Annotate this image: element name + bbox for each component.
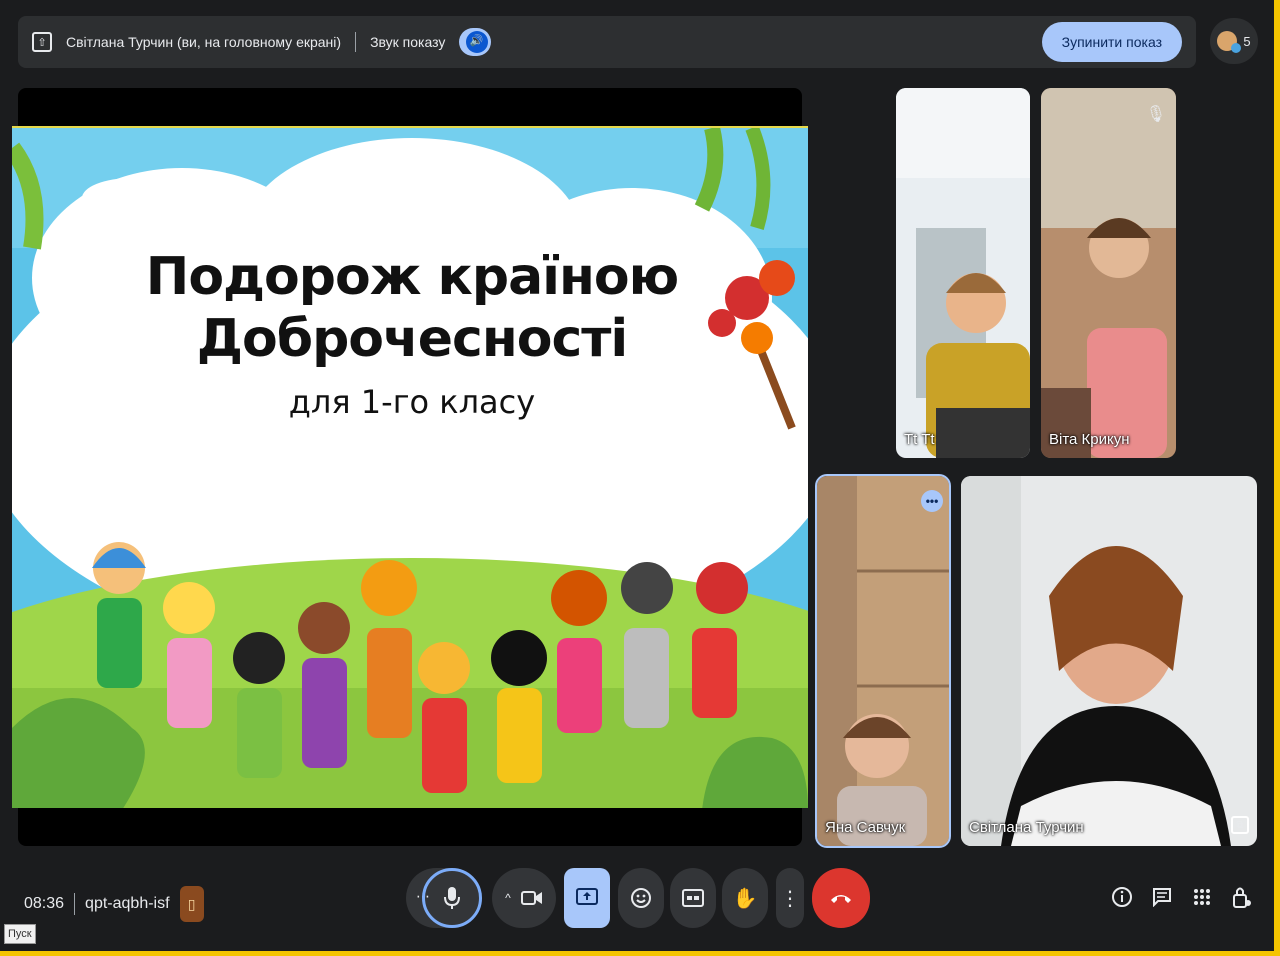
hand-icon: ✋	[732, 887, 758, 910]
meeting-code[interactable]: qpt-aqbh-isf	[85, 895, 170, 913]
slide-subtitle: для 1-го класу	[288, 383, 536, 421]
speaker-icon: 🔊	[469, 35, 484, 47]
more-options-button[interactable]: ⋮	[776, 868, 804, 928]
participant-tile[interactable]: Світлана Турчин ⧉	[961, 476, 1257, 846]
screen-frame-right	[1274, 0, 1280, 956]
camera-control-group: ^	[492, 868, 556, 928]
video-options-icon[interactable]: ^	[505, 891, 511, 905]
screen-frame-bottom	[0, 951, 1280, 956]
participant-video	[1041, 88, 1176, 458]
start-button[interactable]: Пуск	[4, 924, 36, 944]
participant-name: Віта Крикун	[1049, 431, 1130, 448]
stop-presenting-button[interactable]: Зупинити показ	[1041, 22, 1182, 62]
more-vert-icon: ⋮	[780, 887, 800, 910]
host-controls-icon[interactable]: ▯	[179, 886, 204, 922]
participant-tile[interactable]: ••• Яна Савчук	[815, 474, 951, 848]
people-count: 5	[1243, 33, 1251, 49]
sound-label: Звук показу	[370, 34, 446, 50]
captions-button[interactable]	[670, 868, 716, 928]
info-icon	[1112, 887, 1132, 907]
presenting-bar: ⇧ Світлана Турчин (ви, на головному екра…	[18, 16, 1196, 68]
meeting-time: 08:36	[24, 895, 65, 912]
participant-name: Tt Tt	[904, 431, 935, 448]
more-options-icon[interactable]: •••	[921, 490, 943, 512]
meeting-details-button[interactable]	[1108, 882, 1136, 912]
divider	[74, 893, 76, 915]
participant-video	[817, 476, 949, 846]
sound-toggle[interactable]: 🔊	[459, 28, 492, 56]
camera-icon[interactable]	[520, 890, 543, 906]
slide-title-line1: Подорож країною	[145, 247, 679, 307]
people-button[interactable]: 5	[1210, 18, 1258, 64]
divider	[355, 32, 357, 52]
participant-tile[interactable]: 🎙 Віта Крикун	[1041, 88, 1176, 458]
end-call-icon	[831, 895, 851, 903]
mic-control-group: ⋯	[406, 868, 482, 928]
chat-icon	[1153, 888, 1171, 907]
presentation-slide: Подорож країною Доброчесності для 1-го к…	[12, 126, 808, 808]
slide-title: Подорож країною Доброчесності	[12, 246, 808, 370]
emoji-icon	[631, 888, 651, 908]
present-now-button[interactable]	[564, 868, 610, 928]
microphone-button[interactable]	[422, 868, 482, 928]
presenter-label: Світлана Турчин (ви, на головному екрані…	[66, 34, 342, 50]
apps-grid-icon	[1194, 889, 1210, 905]
participant-tile[interactable]: Tt Tt	[896, 88, 1030, 458]
activities-button[interactable]	[1188, 882, 1216, 912]
captions-icon	[682, 889, 704, 907]
slide-illustration	[12, 128, 808, 808]
avatar	[1217, 31, 1242, 53]
present-screen-icon: ⇧	[32, 32, 52, 52]
reactions-button[interactable]	[618, 868, 664, 928]
leave-call-button[interactable]	[812, 868, 870, 928]
participant-video	[896, 88, 1030, 458]
meeting-info: 08:36 qpt-aqbh-isf ▯	[24, 886, 204, 922]
mic-off-icon: 🎙	[1145, 106, 1166, 123]
chat-button[interactable]	[1148, 882, 1176, 912]
microphone-icon	[444, 887, 460, 909]
raise-hand-button[interactable]: ✋	[722, 868, 768, 928]
present-screen-icon	[576, 888, 598, 905]
pin-icon[interactable]: ⧉	[1231, 816, 1249, 834]
participant-name: Яна Савчук	[825, 819, 906, 836]
lock-person-icon	[1233, 887, 1251, 908]
participant-video	[961, 476, 1257, 846]
slide-title-line2: Доброчесності	[196, 309, 629, 369]
participant-name: Світлана Турчин	[969, 819, 1084, 836]
host-controls-button[interactable]	[1228, 882, 1256, 912]
